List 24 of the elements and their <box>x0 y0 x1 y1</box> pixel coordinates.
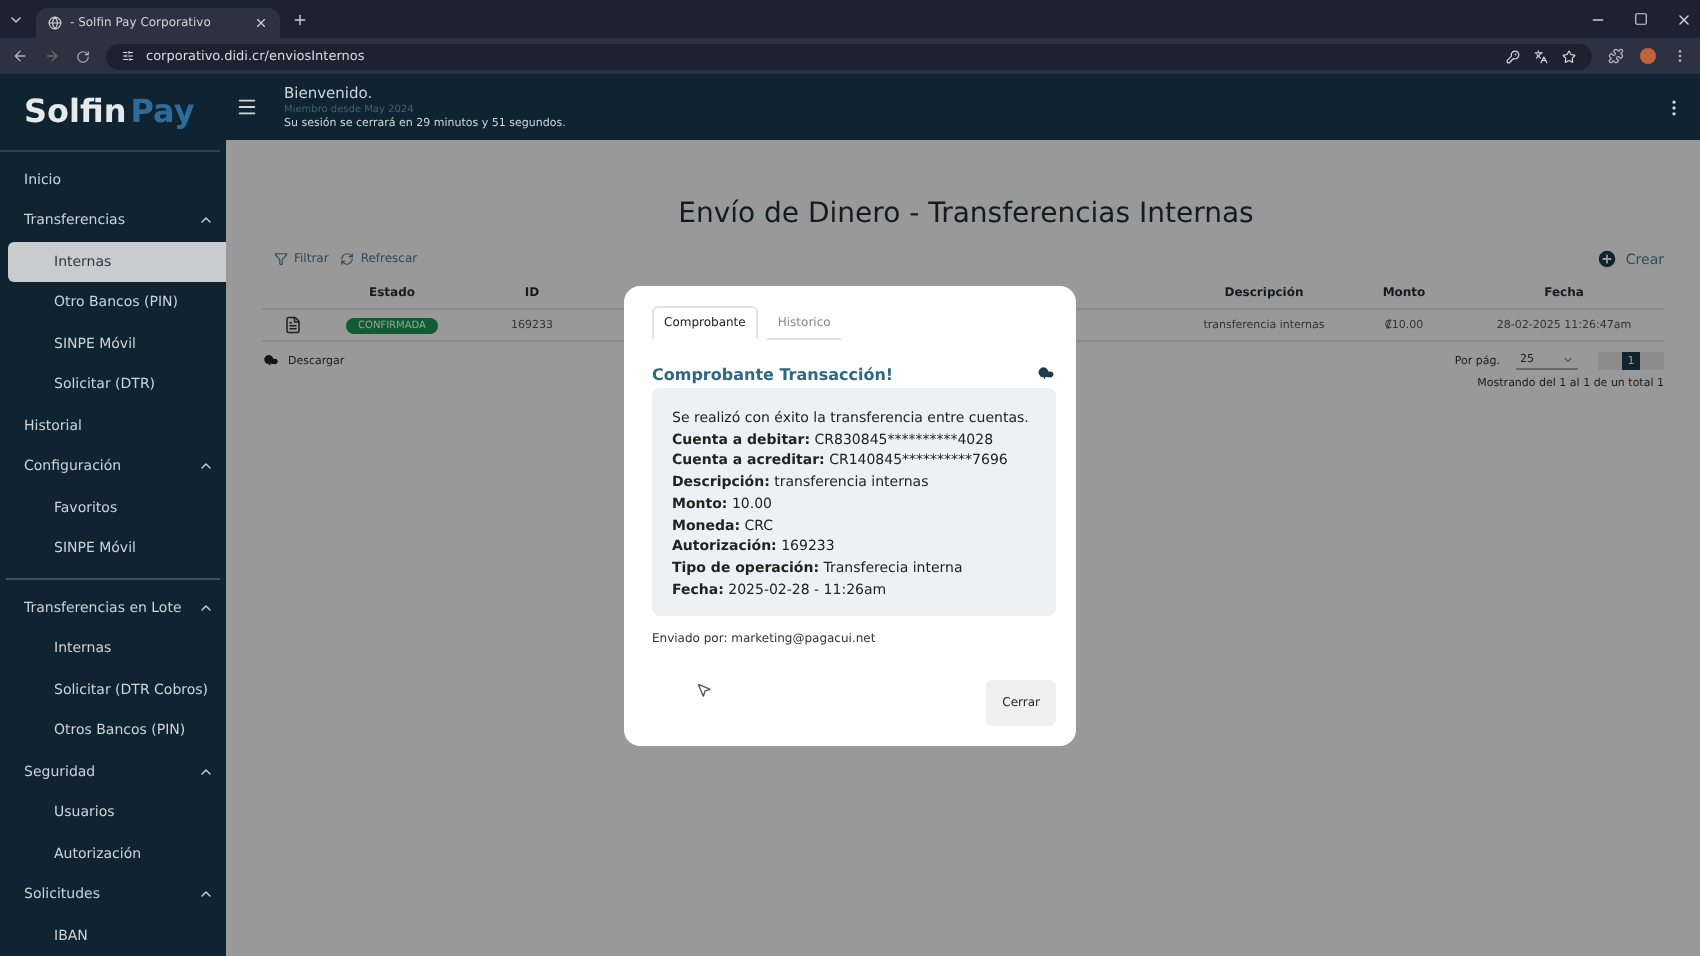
key-icon <box>1506 49 1520 63</box>
back-icon[interactable] <box>12 48 28 64</box>
plus-icon <box>1595 248 1618 270</box>
chevron-down-icon <box>1562 354 1574 366</box>
menu-icon[interactable] <box>236 96 258 118</box>
refresh-icon <box>340 252 355 266</box>
profile-avatar[interactable] <box>1640 48 1656 64</box>
cloud-download-icon <box>262 352 280 370</box>
dialog-title: Comprobante Transacción! <box>652 365 894 383</box>
close-icon[interactable] <box>254 16 268 30</box>
extensions-icon[interactable] <box>1608 48 1624 64</box>
new-tab-icon[interactable] <box>292 11 308 27</box>
star-icon <box>1562 49 1576 63</box>
maximize-icon[interactable] <box>1634 12 1648 26</box>
translate-icon <box>1534 49 1548 63</box>
filter-icon <box>274 252 288 266</box>
globe-icon <box>48 16 62 30</box>
cursor-icon <box>696 682 712 698</box>
close-icon[interactable] <box>1676 11 1692 27</box>
site-settings-icon <box>122 50 134 62</box>
document-icon[interactable] <box>283 316 301 334</box>
logo: Solfin Pay <box>0 74 220 152</box>
page-title: Envío de Dinero - Transferencias Internas <box>676 198 1256 230</box>
reload-icon[interactable] <box>76 49 90 63</box>
